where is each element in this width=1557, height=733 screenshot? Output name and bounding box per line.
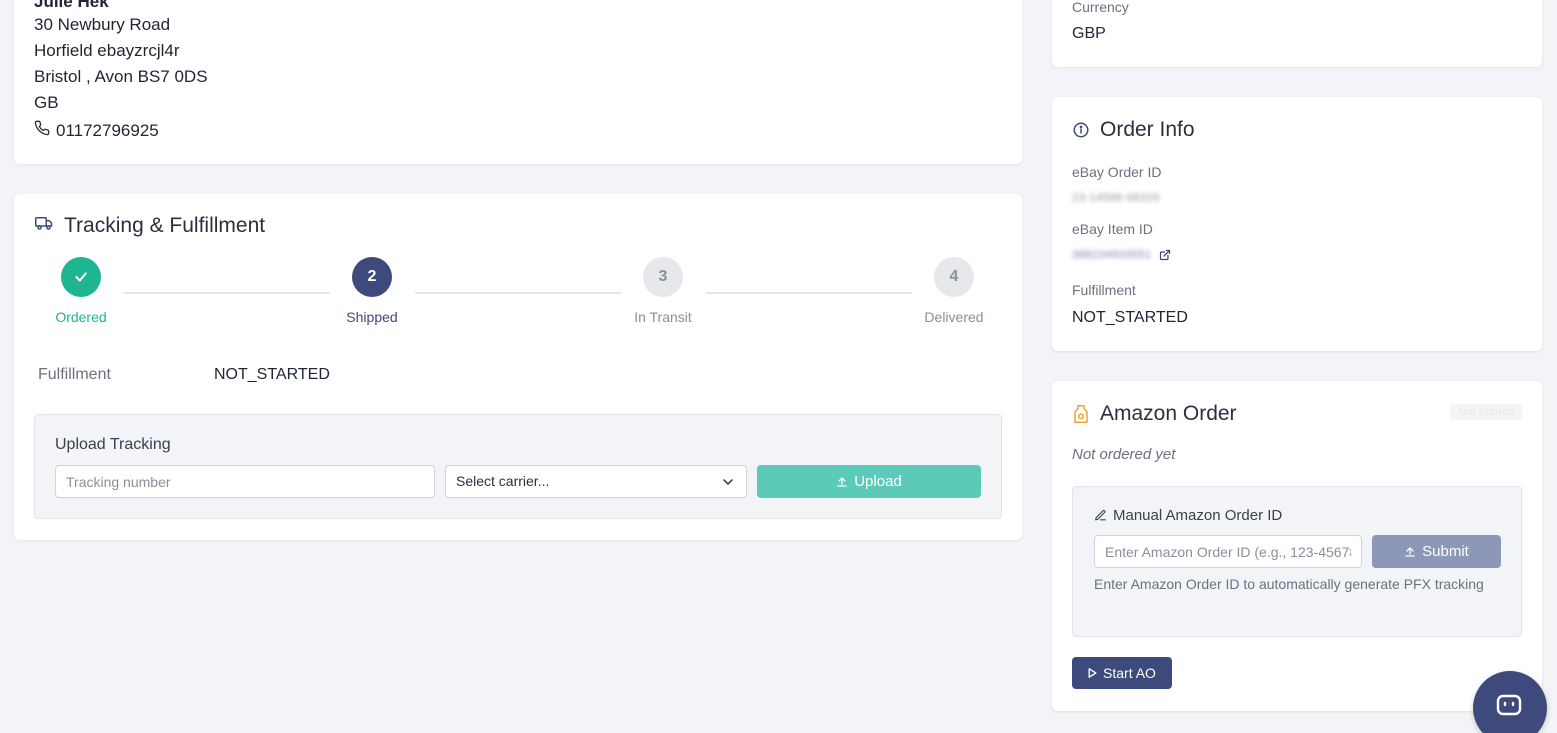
info-icon	[1072, 121, 1090, 139]
amazon-order-header: Amazon Order	[1072, 402, 1237, 426]
step-shipped: 2 Shipped	[322, 257, 422, 325]
amazon-order-id-input[interactable]	[1094, 535, 1362, 568]
address-line-3: Bristol , Avon BS7 0DS	[34, 67, 208, 86]
ebay-item-id-label: eBay Item ID	[1072, 221, 1153, 237]
shipping-address-card: Julie Hek 30 Newbury Road Horfield ebayz…	[14, 0, 1022, 164]
submit-button-label: Submit	[1422, 543, 1469, 560]
phone-number: 01172796925	[56, 120, 159, 140]
check-icon	[61, 257, 101, 297]
carrier-select[interactable]: Select carrier...	[445, 465, 747, 498]
fulfillment-label: Fulfillment	[38, 366, 111, 383]
external-link-icon	[1159, 249, 1171, 261]
step-number: 4	[934, 257, 974, 297]
order-info-header: Order Info	[1072, 118, 1195, 142]
currency-label: Currency	[1072, 0, 1129, 15]
pencil-icon	[1094, 509, 1107, 522]
manual-order-id-header: Manual Amazon Order ID	[1094, 507, 1282, 524]
amazon-tag-icon	[1072, 404, 1090, 424]
step-label: Shipped	[346, 309, 398, 325]
step-number: 3	[643, 257, 683, 297]
buyer-name: Julie Hek	[34, 0, 109, 11]
phone-row: 01172796925	[34, 120, 159, 141]
chat-icon	[1495, 693, 1523, 719]
upload-icon	[1404, 546, 1416, 558]
ebay-item-link[interactable]: 388234933551	[1072, 249, 1171, 261]
tracking-fulfillment-card: Tracking & Fulfillment Ordered 2 Shipped…	[14, 194, 1022, 540]
upload-icon	[836, 476, 848, 488]
step-number: 2	[352, 257, 392, 297]
step-delivered: 4 Delivered	[904, 257, 1004, 325]
start-ao-label: Start AO	[1103, 665, 1156, 681]
currency-value: GBP	[1072, 25, 1106, 42]
step-connector	[124, 292, 330, 294]
chevron-down-icon	[720, 474, 736, 490]
manual-order-id-panel: Manual Amazon Order ID Submit Enter Amaz…	[1072, 486, 1522, 637]
upload-button[interactable]: Upload	[757, 465, 981, 498]
upload-tracking-panel: Upload Tracking Select carrier... Upload	[34, 414, 1002, 519]
step-in-transit: 3 In Transit	[613, 257, 713, 325]
tracking-number-input[interactable]	[55, 465, 435, 498]
step-ordered: Ordered	[31, 257, 131, 325]
fulfillment-status: NOT_STARTED	[214, 366, 330, 383]
upload-tracking-title: Upload Tracking	[55, 436, 171, 453]
amazon-order-title: Amazon Order	[1100, 402, 1237, 425]
order-info-title: Order Info	[1100, 118, 1195, 141]
order-info-card: Order Info eBay Order ID 23-14586-98329 …	[1052, 97, 1542, 351]
phone-icon	[34, 120, 50, 141]
help-text: Enter Amazon Order ID to automatically g…	[1094, 576, 1484, 592]
tracking-title: Tracking & Fulfillment	[64, 214, 266, 237]
ebay-item-id-value: 388234933551	[1072, 249, 1152, 261]
status-badge: Not Started	[1450, 404, 1522, 420]
submit-button[interactable]: Submit	[1372, 535, 1501, 568]
currency-card: Currency GBP	[1052, 0, 1542, 67]
step-label: Delivered	[924, 309, 984, 325]
order-fulfillment-label: Fulfillment	[1072, 282, 1136, 298]
address-country: GB	[34, 93, 59, 112]
amazon-order-card: Amazon Order Not Started Not ordered yet…	[1052, 381, 1542, 711]
tracking-header: Tracking & Fulfillment	[34, 214, 265, 238]
step-connector	[706, 292, 912, 294]
step-connector	[415, 292, 621, 294]
address-line-1: 30 Newbury Road	[34, 15, 171, 34]
address-line-2: Horfield ebayzrcjl4r	[34, 41, 180, 60]
order-fulfillment-value: NOT_STARTED	[1072, 309, 1188, 326]
not-ordered-text: Not ordered yet	[1072, 446, 1176, 463]
ebay-order-id-label: eBay Order ID	[1072, 164, 1162, 180]
play-icon	[1088, 668, 1097, 678]
order-progress-stepper: Ordered 2 Shipped 3 In Transit 4 Deliver…	[34, 257, 1004, 327]
manual-order-id-title: Manual Amazon Order ID	[1113, 507, 1283, 524]
upload-button-label: Upload	[854, 473, 902, 490]
step-label: In Transit	[634, 309, 692, 325]
truck-icon	[34, 214, 54, 238]
ebay-order-id-value: 23-14586-98329	[1072, 192, 1160, 204]
start-ao-button[interactable]: Start AO	[1072, 657, 1172, 689]
carrier-select-value: Select carrier...	[456, 473, 550, 489]
step-label: Ordered	[55, 309, 107, 325]
